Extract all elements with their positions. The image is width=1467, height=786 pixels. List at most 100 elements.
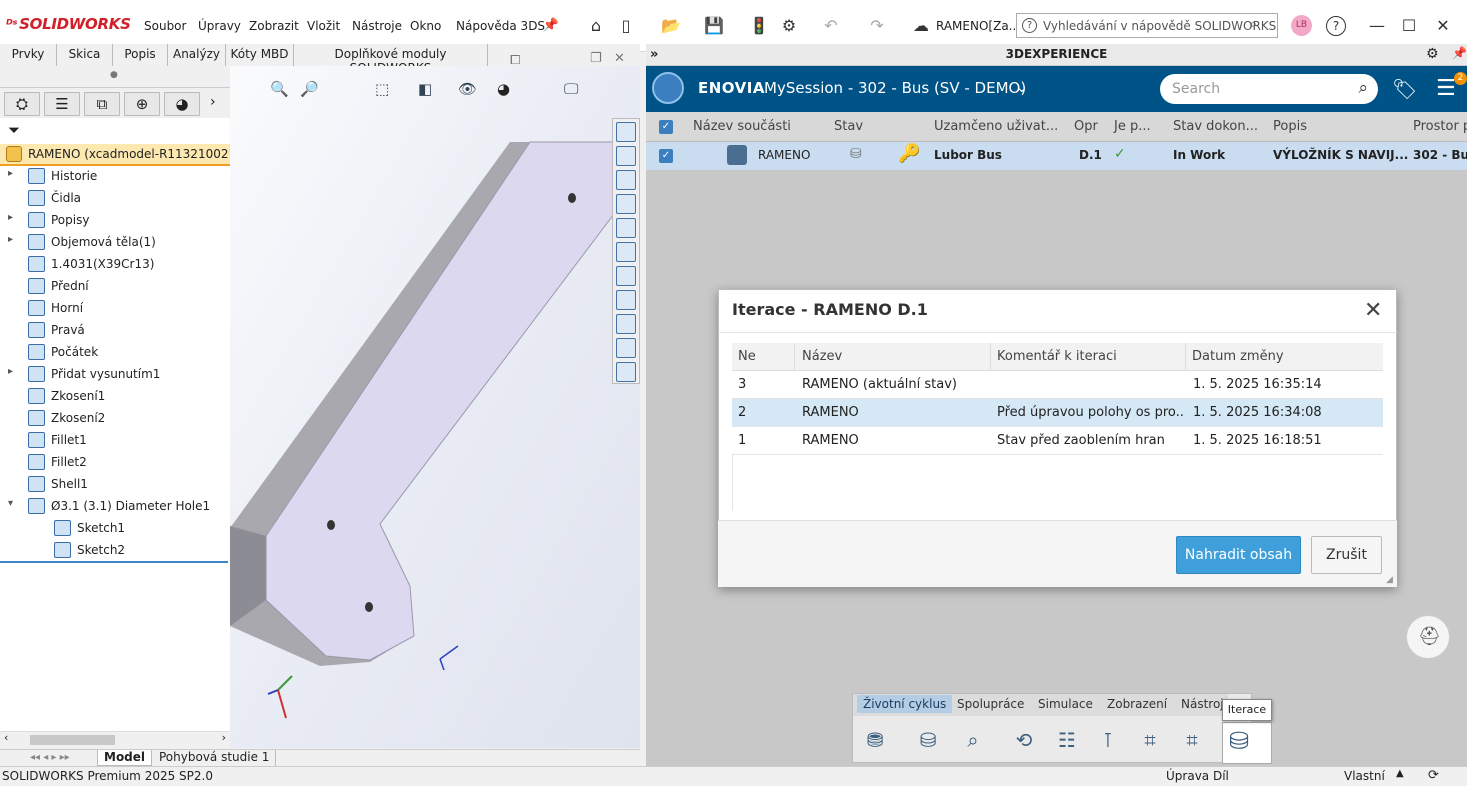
session-selector[interactable]: MySession - 302 - Bus (SV - DEMO) [764, 79, 1026, 97]
minimize-icon[interactable]: — [1366, 14, 1388, 36]
new-version-icon[interactable]: ⌗ [1175, 725, 1209, 757]
panel-close-icon[interactable]: ✕ [614, 51, 625, 66]
file-explorer-icon[interactable] [616, 170, 636, 190]
tab-motion-study[interactable]: Pohybová studie 1 [153, 750, 277, 766]
graphics-area[interactable] [230, 66, 640, 748]
tree-item[interactable]: Fillet1 [0, 430, 230, 452]
options-gear-icon[interactable]: ⚙ [778, 14, 800, 36]
col-komentar[interactable]: Komentář k iteraci [997, 349, 1117, 364]
row-checkbox[interactable]: ✓ [659, 149, 673, 163]
tree-item[interactable]: ▸ Přidat vysunutím1 [0, 364, 230, 386]
tab-spoluprace[interactable]: Spolupráce [957, 697, 1024, 711]
filter-icon[interactable]: ⏷ [8, 121, 20, 139]
tree-filter[interactable]: ⏷ [0, 118, 230, 144]
tree-item[interactable]: Sketch2 [0, 540, 230, 562]
rebuild-icon[interactable]: ⟳ [1428, 768, 1439, 783]
expand-arrow-icon[interactable]: ▸ [8, 234, 13, 245]
menu-napoveda[interactable]: Nápověda 3DS [456, 19, 545, 33]
help-search-input[interactable]: ? Vyhledávání v nápovědě SOLIDWORKS ⌕ [1016, 13, 1278, 38]
menu-zobrazit[interactable]: Zobrazit [249, 19, 299, 33]
tab-doplnkove-moduly[interactable]: Doplňkové moduly SOLIDWORKS [294, 44, 488, 75]
tree-item[interactable]: Zkosení2 [0, 408, 230, 430]
zoom-area-icon[interactable]: 🔎 [300, 80, 319, 98]
refresh-db-icon[interactable]: ⛁ [911, 725, 945, 757]
expand-arrow-icon[interactable]: ▸ [8, 212, 13, 223]
session-chevron-down-icon[interactable]: ⌄ [1016, 80, 1028, 96]
appearances-icon[interactable] [616, 242, 636, 262]
helmet-assistant-icon[interactable]: ⛑ [1406, 615, 1450, 659]
chevron-right-icon[interactable]: › [210, 94, 216, 110]
tree-item[interactable]: 1.4031(X39Cr13) [0, 254, 230, 276]
menu-okno[interactable]: Okno [410, 19, 441, 33]
configuration-tab-icon[interactable]: ⧉ [84, 92, 120, 116]
tree-item[interactable]: Fillet2 [0, 452, 230, 474]
rollback-bar[interactable] [0, 561, 228, 563]
view-settings-icon[interactable]: 🖵 [564, 80, 578, 98]
tab-zivotni-cyklus[interactable]: Životní cyklus [857, 695, 953, 713]
tree-item[interactable]: ▸ Objemová těla(1) [0, 232, 230, 254]
help-circle-icon[interactable]: ? [1326, 16, 1346, 36]
tree-item[interactable]: Horní [0, 298, 230, 320]
expanded-arrow-icon[interactable]: ▾ [8, 498, 13, 509]
property-manager-tab-icon[interactable]: ☰ [44, 92, 80, 116]
appearance-icon[interactable]: ◕ [497, 80, 510, 98]
display-manager-tab-icon[interactable]: ◕ [164, 92, 200, 116]
tree-item[interactable]: Shell1 [0, 474, 230, 496]
undo-icon[interactable]: ↶ [820, 14, 842, 36]
expand-arrow-icon[interactable]: ▸ [8, 366, 13, 377]
resize-grip-icon[interactable]: ◢ [1386, 575, 1393, 585]
structure-list-icon[interactable]: ☷ [1050, 725, 1084, 757]
property-tab-icon[interactable] [616, 362, 636, 382]
pin-icon[interactable]: 📌 [540, 14, 562, 36]
tag-icon[interactable]: 🏷 [1392, 77, 1417, 101]
dimxpert-tab-icon[interactable]: ⊕ [124, 92, 160, 116]
save-icon[interactable]: 💾 [703, 14, 725, 36]
sync-icon[interactable]: ⟲ [1007, 725, 1041, 757]
select-all-checkbox[interactable]: ✓ [659, 120, 673, 134]
tab-model[interactable]: Model [97, 750, 153, 766]
view-orientation-icon[interactable]: ⬚ [375, 80, 389, 98]
solidworks-resources-icon[interactable] [616, 122, 636, 142]
tree-item[interactable]: ▸ Popisy [0, 210, 230, 232]
3dexperience-home-icon[interactable] [616, 290, 636, 310]
tab-skica[interactable]: Skica [57, 44, 113, 66]
search-icon[interactable]: ⌕ [1358, 78, 1368, 98]
tab-koty-mbd[interactable]: Kóty MBD [226, 44, 294, 66]
feature-tree-tab-icon[interactable]: ⛭ [4, 92, 40, 116]
col-nazev[interactable]: Název součásti [693, 119, 791, 134]
status-units[interactable]: Vlastní [1344, 769, 1385, 783]
tab-popis[interactable]: Popis [113, 44, 168, 66]
tree-item[interactable]: Sketch1 [0, 518, 230, 540]
hamburger-menu-icon[interactable]: ☰ [1436, 76, 1456, 101]
menu-soubor[interactable]: Soubor [144, 19, 186, 33]
home-icon[interactable]: ⌂ [585, 14, 607, 36]
traffic-light-icon[interactable]: 🚦 [748, 14, 770, 36]
col-opr[interactable]: Opr [1074, 119, 1098, 134]
cancel-button[interactable]: Zrušit [1311, 536, 1382, 574]
tab-simulace[interactable]: Simulace [1038, 697, 1093, 711]
expand-arrow-icon[interactable]: ▸ [8, 168, 13, 179]
display-style-icon[interactable]: ◧ [418, 80, 432, 98]
hide-show-icon[interactable]: 👁 [458, 80, 477, 98]
close-window-icon[interactable]: ✕ [1432, 14, 1454, 36]
tree-item[interactable]: Přední [0, 276, 230, 298]
tree-item[interactable]: ▾ Ø3.1 (3.1) Diameter Hole1 [0, 496, 230, 518]
tab-analyzy[interactable]: Analýzy [168, 44, 226, 66]
insert-revision-icon[interactable]: ⊺ [1091, 725, 1125, 757]
tree-item[interactable]: Pravá [0, 320, 230, 342]
menu-vlozit[interactable]: Vložit [307, 19, 340, 33]
col-nazev-iter[interactable]: Název [802, 349, 842, 364]
close-icon[interactable]: ✕ [1364, 298, 1382, 323]
zoom-fit-icon[interactable]: 🔍 [270, 80, 289, 98]
col-je-p[interactable]: Je p... [1114, 119, 1151, 134]
tree-item[interactable]: Počátek [0, 342, 230, 364]
iterations-button[interactable]: ⛁ [1222, 722, 1272, 764]
menu-upravy[interactable]: Úpravy [198, 19, 241, 33]
new-document-icon[interactable]: ▯ [615, 14, 637, 36]
col-prostor[interactable]: Prostor p [1413, 119, 1467, 134]
design-library-icon[interactable] [616, 146, 636, 166]
units-caret-icon[interactable]: ▲ [1396, 768, 1404, 779]
tree-item[interactable]: Zkosení1 [0, 386, 230, 408]
maximize-icon[interactable]: ☐ [1398, 14, 1420, 36]
part-model-view[interactable] [230, 66, 640, 748]
